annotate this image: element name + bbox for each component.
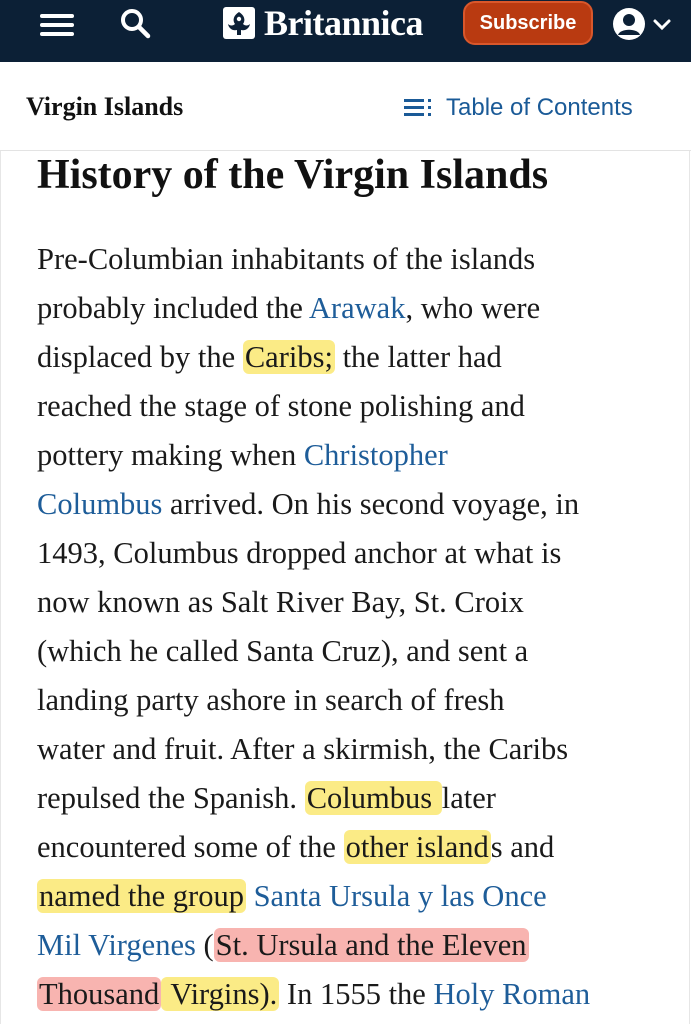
- table-of-contents-button[interactable]: Table of Contents: [404, 94, 633, 122]
- paragraph-line: landing party ashore in search of fresh: [37, 676, 677, 725]
- highlighted-text: St. Ursula and the Eleven: [213, 928, 529, 962]
- paragraph-line: now known as Salt River Bay, St. Croix: [37, 578, 677, 627]
- article-link[interactable]: Christopher: [304, 438, 448, 472]
- paragraph-line: probably included the Arawak, who were: [37, 284, 677, 333]
- highlighted-text: Columbus: [304, 781, 442, 815]
- highlighted-text: Virgins).: [161, 977, 280, 1011]
- user-avatar-icon: [613, 8, 645, 40]
- paragraph-line: encountered some of the other islands an…: [37, 823, 677, 872]
- paragraph-line: pottery making when Christopher: [37, 431, 677, 480]
- paragraph-line: (which he called Santa Cruz), and sent a: [37, 627, 677, 676]
- logo-text: Britannica: [264, 3, 424, 43]
- highlighted-text: Caribs;: [242, 340, 335, 374]
- article-link[interactable]: Mil Virgenes: [37, 928, 196, 962]
- article-link[interactable]: Santa Ursula y las Once: [254, 879, 547, 913]
- body-text: repulsed the Spanish.: [37, 781, 305, 815]
- article-link[interactable]: Holy Roman: [433, 977, 590, 1011]
- body-text: s and: [490, 830, 555, 864]
- paragraph-line: Pre-Columbian inhabitants of the islands: [37, 235, 677, 284]
- article-topic-title[interactable]: Virgin Islands: [26, 92, 183, 122]
- body-text: probably included the: [37, 291, 309, 325]
- body-text: [246, 879, 254, 913]
- paragraph-line: repulsed the Spanish. Columbus later: [37, 774, 677, 823]
- account-menu[interactable]: [612, 4, 672, 44]
- body-text: now known as Salt River Bay, St. Croix: [37, 585, 524, 619]
- subscribe-button[interactable]: Subscribe: [463, 1, 593, 45]
- article-link[interactable]: Arawak: [309, 291, 406, 325]
- paragraph-line: Thousand Virgins). In 1555 the Holy Roma…: [37, 970, 677, 1019]
- body-text: pottery making when: [37, 438, 304, 472]
- chevron-down-icon: [653, 19, 671, 31]
- table-of-contents-label: Table of Contents: [446, 94, 633, 121]
- thistle-logo-icon: [223, 7, 255, 39]
- highlighted-text: Thousand: [37, 977, 162, 1011]
- highlighted-text: named the group: [37, 879, 246, 913]
- paragraph-line: Columbus arrived. On his second voyage, …: [37, 480, 677, 529]
- list-icon: [404, 99, 431, 116]
- body-text: , who were: [405, 291, 541, 325]
- top-navigation-bar: Britannica Subscribe: [0, 0, 691, 62]
- paragraph-line: water and fruit. After a skirmish, the C…: [37, 725, 677, 774]
- body-text: arrived. On his second voyage, in: [162, 487, 580, 521]
- article-link[interactable]: Columbus: [37, 487, 162, 521]
- highlighted-text: other island: [343, 830, 491, 864]
- body-text: (: [195, 928, 214, 962]
- body-text: 1493, Columbus dropped anchor at what is: [37, 536, 562, 570]
- paragraph-line: 1493, Columbus dropped anchor at what is: [37, 529, 677, 578]
- britannica-logo[interactable]: Britannica: [222, 3, 424, 43]
- article-paragraph: Pre-Columbian inhabitants of the islands…: [37, 235, 677, 1019]
- body-text: the latter had: [334, 340, 502, 374]
- section-heading: History of the Virgin Islands: [37, 152, 549, 198]
- body-text: water and fruit. After a skirmish, the C…: [37, 732, 569, 766]
- body-text: (which he called Santa Cruz), and sent a: [37, 634, 529, 668]
- paragraph-line: reached the stage of stone polishing and: [37, 382, 677, 431]
- menu-icon[interactable]: [40, 12, 76, 38]
- body-text: In 1555 the: [279, 977, 434, 1011]
- body-text: later: [441, 781, 496, 815]
- body-text: displaced by the: [37, 340, 243, 374]
- paragraph-line: Mil Virgenes (St. Ursula and the Eleven: [37, 921, 677, 970]
- article-subheader: Virgin Islands Table of Contents: [0, 62, 691, 151]
- body-text: landing party ashore in search of fresh: [37, 683, 505, 717]
- article-body: History of the Virgin Islands Pre-Columb…: [0, 151, 691, 1024]
- search-icon[interactable]: [118, 6, 154, 42]
- body-text: reached the stage of stone polishing and: [37, 389, 525, 423]
- body-text: encountered some of the: [37, 830, 344, 864]
- body-text: Pre-Columbian inhabitants of the islands: [37, 242, 536, 276]
- paragraph-line: named the group Santa Ursula y las Once: [37, 872, 677, 921]
- paragraph-line: displaced by the Caribs; the latter had: [37, 333, 677, 382]
